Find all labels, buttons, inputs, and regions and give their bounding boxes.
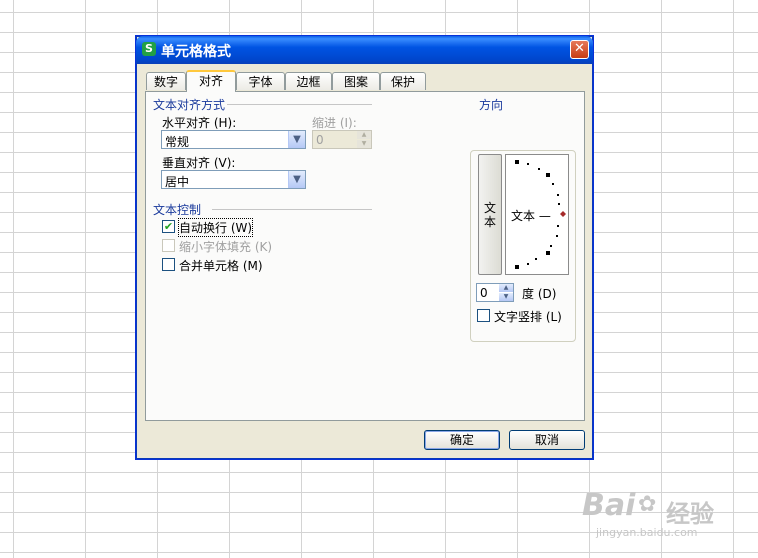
horizontal-align-value: 常规 (165, 135, 190, 149)
spin-down-icon[interactable]: ▼ (499, 293, 513, 301)
wrap-text-checkbox[interactable]: ✔ (162, 220, 175, 233)
orientation-group-label: 方向 (477, 96, 506, 113)
wrap-text-label[interactable]: 自动换行 (W) (177, 218, 254, 237)
stack-text-checkbox[interactable] (477, 309, 490, 322)
vertical-align-select[interactable]: 居中 ▼ (161, 170, 306, 189)
indent-value: 0 (316, 133, 324, 147)
title-bar[interactable]: S 单元格格式 ✕ (136, 36, 593, 64)
shrink-to-fit-checkbox[interactable] (162, 239, 175, 252)
indent-stepper[interactable]: 0 ▲ ▼ (312, 130, 372, 149)
tab-number[interactable]: 数字 (146, 72, 186, 90)
stack-text-label[interactable]: 文字竖排 (L) (494, 308, 562, 325)
horizontal-align-label: 水平对齐 (H): (162, 116, 237, 130)
spin-up-icon[interactable]: ▲ (499, 284, 513, 292)
chevron-down-icon[interactable]: ▼ (288, 171, 305, 188)
vertical-align-value: 居中 (165, 175, 190, 189)
text-alignment-group-label: 文本对齐方式 (153, 96, 228, 113)
chevron-down-icon[interactable]: ▼ (288, 131, 305, 148)
group-divider (226, 104, 372, 105)
degrees-stepper[interactable]: 0 ▲ ▼ (476, 283, 514, 302)
tab-border[interactable]: 边框 (285, 72, 332, 90)
tab-pattern[interactable]: 图案 (332, 72, 380, 90)
dialog-title: 单元格格式 (161, 44, 231, 60)
ok-button[interactable]: 确定 (424, 430, 500, 450)
horizontal-align-select[interactable]: 常规 ▼ (161, 130, 306, 149)
close-button[interactable]: ✕ (570, 40, 589, 59)
tab-alignment[interactable]: 对齐 (186, 70, 236, 92)
orientation-dial-text: 文本 — (511, 209, 551, 223)
cancel-button[interactable]: 取消 (509, 430, 585, 450)
orientation-marker-icon (560, 211, 566, 217)
indent-label: 缩进 (I): (312, 116, 357, 130)
orientation-dial[interactable]: 文本 — (505, 154, 569, 275)
watermark-url: jingyan.baidu.com (596, 526, 698, 539)
app-icon: S (142, 42, 156, 56)
shrink-to-fit-label: 缩小字体填充 (K) (179, 240, 273, 254)
format-cells-dialog: S 单元格格式 ✕ 数字 对齐 字体 边框 图案 保护 文本对齐方式 水平对齐 … (135, 35, 594, 460)
watermark-logo: Bai (582, 488, 636, 523)
text-control-group-label: 文本控制 (153, 201, 204, 218)
spin-down-icon[interactable]: ▼ (357, 140, 371, 148)
merge-cells-label[interactable]: 合并单元格 (M) (179, 257, 263, 274)
tab-protection[interactable]: 保护 (380, 72, 426, 90)
vertical-align-label: 垂直对齐 (V): (162, 156, 236, 170)
degrees-label: 度 (D) (522, 287, 557, 301)
degrees-value: 0 (480, 286, 488, 300)
alignment-panel: 文本对齐方式 水平对齐 (H): 常规 ▼ 缩进 (I): 0 ▲ ▼ 垂直对齐… (145, 91, 585, 421)
group-divider (212, 209, 372, 210)
tab-font[interactable]: 字体 (236, 72, 285, 90)
merge-cells-checkbox[interactable] (162, 258, 175, 271)
watermark-jingyan: 经验 (666, 500, 714, 528)
spin-up-icon[interactable]: ▲ (357, 131, 371, 139)
vertical-text-button[interactable]: 文本 (478, 154, 502, 275)
watermark-paw-icon: ✿ (638, 492, 657, 517)
vertical-text-label: 文本 (484, 201, 497, 229)
